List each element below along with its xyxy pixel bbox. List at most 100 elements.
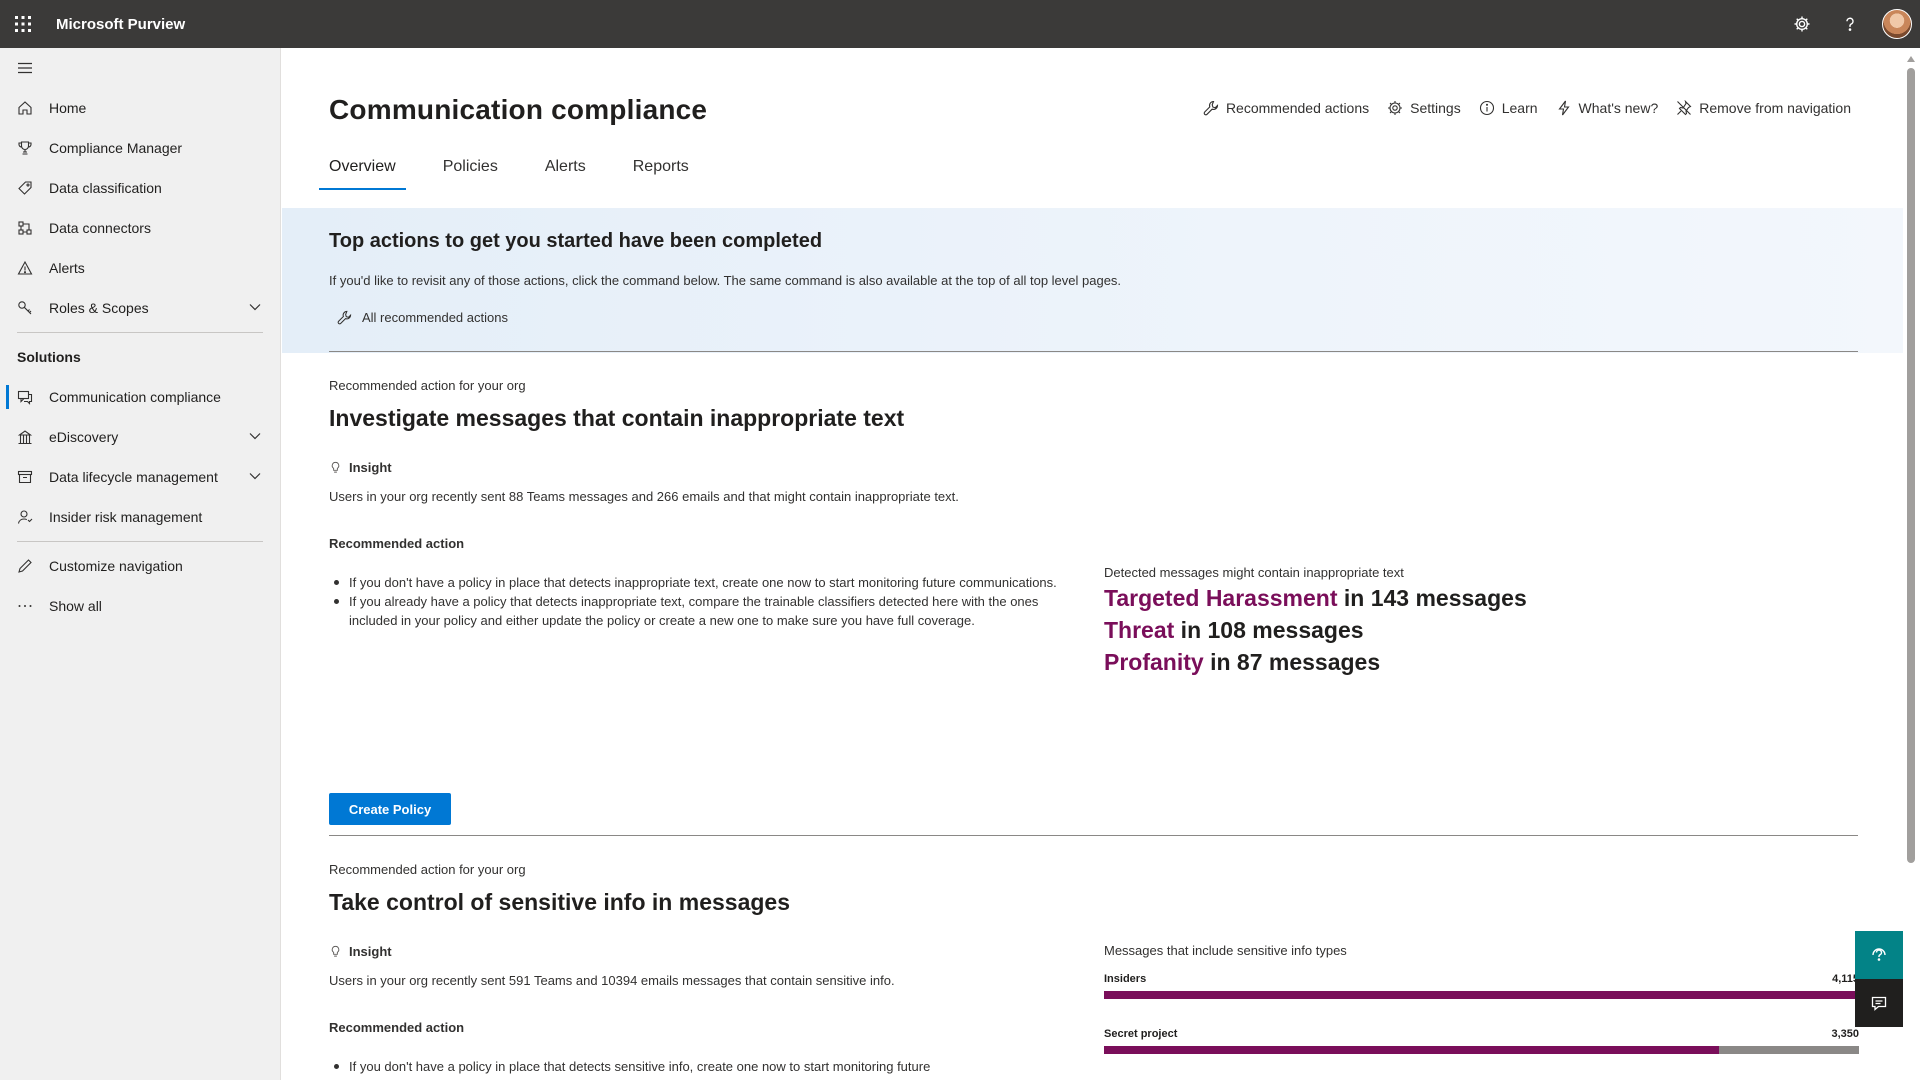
main-content: Communication compliance Recommended act… xyxy=(282,48,1903,1080)
help-support-button[interactable] xyxy=(1855,931,1903,979)
gear-icon xyxy=(1388,101,1403,115)
app-launcher-waffle-icon[interactable] xyxy=(0,0,46,48)
sidebar-item-insider-risk-management[interactable]: Insider risk management xyxy=(0,497,280,537)
chat-icon xyxy=(16,388,34,406)
top-bar: Microsoft Purview xyxy=(0,0,1920,48)
left-navigation: Home Compliance Manager Data classificat… xyxy=(0,48,281,1080)
page-scrollbar[interactable] xyxy=(1903,48,1920,1080)
collapse-navigation-hamburger-icon[interactable] xyxy=(0,48,280,88)
sidebar-item-label: Data classification xyxy=(49,180,162,196)
sidebar-item-label: eDiscovery xyxy=(49,429,119,445)
detection-row: Targeted Harassment in 143 messages xyxy=(1104,585,1527,612)
key-icon xyxy=(16,299,34,317)
list-item: If you don't have a policy in place that… xyxy=(329,573,1059,592)
home-icon xyxy=(16,99,34,117)
list-item: If you already have a policy that detect… xyxy=(329,592,1059,630)
detection-term: Profanity xyxy=(1104,649,1204,675)
user-avatar[interactable] xyxy=(1882,9,1912,39)
tab-alerts[interactable]: Alerts xyxy=(535,152,596,190)
tab-list: Overview Policies Alerts Reports xyxy=(319,152,726,190)
card-eyebrow: Recommended action for your org xyxy=(329,862,526,877)
lightning-icon xyxy=(1557,100,1570,116)
sidebar-item-data-classification[interactable]: Data classification xyxy=(0,168,280,208)
recommended-actions-button[interactable]: Recommended actions xyxy=(1203,100,1369,116)
sidebar-item-label: Alerts xyxy=(49,260,85,276)
bar-fill xyxy=(1104,991,1859,999)
sensitive-info-chart-label: Messages that include sensitive info typ… xyxy=(1104,943,1347,958)
wrench-icon xyxy=(337,310,352,325)
remove-from-navigation-button[interactable]: Remove from navigation xyxy=(1676,100,1851,116)
banner-title: Top actions to get you started have been… xyxy=(329,230,823,252)
chat-feedback-icon xyxy=(1871,996,1887,1011)
banner-text: If you'd like to revisit any of those ac… xyxy=(329,273,1122,288)
create-policy-button[interactable]: Create Policy xyxy=(329,793,451,825)
list-item: If you don't have a policy in place that… xyxy=(329,1057,1059,1076)
chevron-down-icon[interactable] xyxy=(248,429,262,443)
sidebar-item-compliance-manager[interactable]: Compliance Manager xyxy=(0,128,280,168)
card-title: Take control of sensitive info in messag… xyxy=(329,889,790,915)
recommended-action-list: If you don't have a policy in place that… xyxy=(329,1057,1059,1076)
detection-count: in 143 messages xyxy=(1337,585,1527,611)
all-recommended-actions-link[interactable]: All recommended actions xyxy=(337,310,508,325)
sidebar-item-ediscovery[interactable]: eDiscovery xyxy=(0,417,280,457)
recommended-action-heading: Recommended action xyxy=(329,1020,465,1035)
detected-messages-label: Detected messages might contain inapprop… xyxy=(1104,565,1404,580)
detection-count: in 108 messages xyxy=(1174,617,1364,643)
sidebar-item-label: Data connectors xyxy=(49,220,151,236)
sidebar-item-home[interactable]: Home xyxy=(0,88,280,128)
insight-heading: Insight xyxy=(329,944,392,959)
card-title: Investigate messages that contain inappr… xyxy=(329,405,905,431)
feedback-button[interactable] xyxy=(1855,979,1903,1027)
detection-row: Profanity in 87 messages xyxy=(1104,649,1380,676)
lightbulb-icon xyxy=(331,945,340,957)
sidebar-item-label: Roles & Scopes xyxy=(49,300,149,316)
help-icon[interactable] xyxy=(1826,0,1874,48)
learn-button[interactable]: Learn xyxy=(1479,100,1538,116)
whats-new-button[interactable]: What's new? xyxy=(1556,100,1658,116)
app-title[interactable]: Microsoft Purview xyxy=(56,16,185,33)
settings-button[interactable]: Settings xyxy=(1387,100,1461,116)
bar-label: Insiders xyxy=(1104,973,1147,985)
sidebar-item-label: Insider risk management xyxy=(49,509,203,525)
sidebar-item-label: Communication compliance xyxy=(49,389,221,405)
person-icon xyxy=(16,508,34,526)
command-bar: Recommended actions Settings Learn What'… xyxy=(1185,100,1851,116)
page-title: Communication compliance xyxy=(329,94,708,125)
detection-term: Targeted Harassment xyxy=(1104,585,1338,611)
sidebar-item-data-lifecycle-management[interactable]: Data lifecycle management xyxy=(0,457,280,497)
warning-icon xyxy=(16,259,34,277)
tag-icon xyxy=(16,179,34,197)
nav-divider xyxy=(17,541,263,542)
sidebar-item-communication-compliance[interactable]: Communication compliance xyxy=(0,377,280,417)
chevron-down-icon[interactable] xyxy=(248,469,262,483)
sidebar-item-label: Data lifecycle management xyxy=(49,469,218,485)
nav-section-solutions: Solutions xyxy=(17,349,81,365)
detection-term: Threat xyxy=(1104,617,1175,643)
settings-icon[interactable] xyxy=(1778,0,1826,48)
sidebar-item-show-all[interactable]: Show all xyxy=(0,586,280,626)
recommended-action-list: If you don't have a policy in place that… xyxy=(329,573,1059,630)
sidebar-item-roles-scopes[interactable]: Roles & Scopes xyxy=(0,288,280,328)
ellipsis-icon xyxy=(16,597,34,615)
tab-policies[interactable]: Policies xyxy=(433,152,508,190)
bar-track xyxy=(1104,991,1859,999)
sidebar-item-label: Compliance Manager xyxy=(49,140,183,156)
scroll-up-arrow-icon[interactable] xyxy=(1907,56,1915,62)
sidebar-item-data-connectors[interactable]: Data connectors xyxy=(0,208,280,248)
sidebar-item-customize-navigation[interactable]: Customize navigation xyxy=(0,546,280,586)
detection-row: Threat in 108 messages xyxy=(1104,617,1364,644)
bar-label: Secret project xyxy=(1104,1028,1178,1040)
wrench-icon xyxy=(1203,100,1219,116)
tab-overview[interactable]: Overview xyxy=(319,152,406,190)
bar-value: 3,350 xyxy=(1831,1028,1859,1040)
insight-text: Users in your org recently sent 88 Teams… xyxy=(329,489,959,504)
archive-icon xyxy=(16,468,34,486)
bar-track xyxy=(1104,1046,1859,1054)
bar-fill xyxy=(1104,1046,1719,1054)
unpin-icon xyxy=(1677,100,1692,116)
tab-reports[interactable]: Reports xyxy=(623,152,699,190)
sidebar-item-alerts[interactable]: Alerts xyxy=(0,248,280,288)
connector-icon xyxy=(16,219,34,237)
scroll-thumb[interactable] xyxy=(1907,68,1915,863)
chevron-down-icon[interactable] xyxy=(248,300,262,314)
